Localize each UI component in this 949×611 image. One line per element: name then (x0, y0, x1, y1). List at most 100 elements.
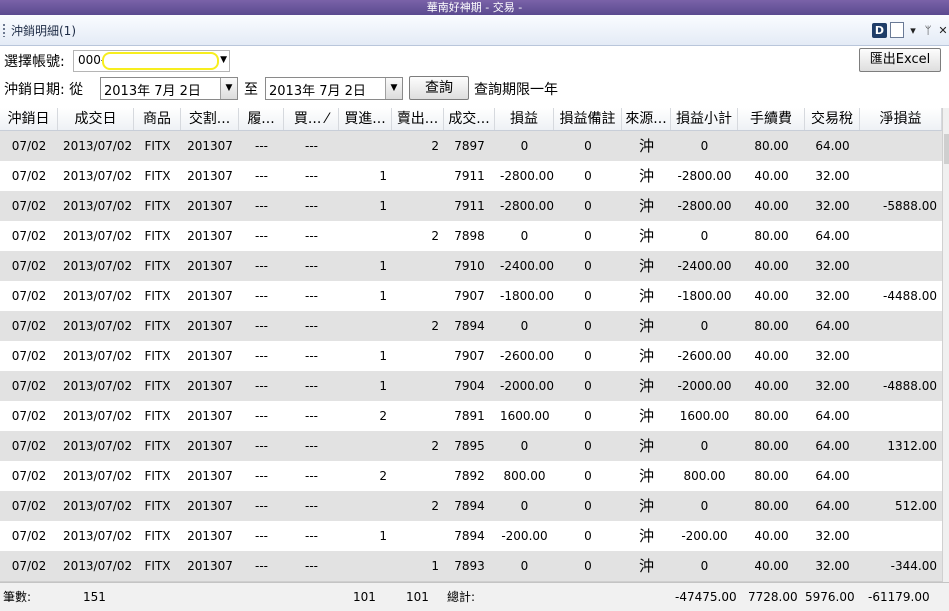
cell-trade-date: 2013/07/02 (63, 199, 133, 213)
column-header-fee[interactable]: 手續費 (738, 108, 805, 130)
cell-sell-qty (392, 341, 444, 371)
window-title: 華南好神期 - 交易 - (0, 0, 949, 15)
column-header-offset-date[interactable]: 沖銷日 (0, 108, 58, 130)
cell-buy-qty: 1 (379, 199, 387, 213)
doc-icon[interactable] (890, 22, 904, 38)
cell-net-pnl: 1312.00 (887, 439, 937, 453)
column-header-buy-sell[interactable]: 買... ⁄ (284, 108, 339, 130)
column-header-delivery-month[interactable]: 交割... (181, 108, 239, 130)
table-row[interactable]: 07/02 2013/07/02 FITX 201307 --- --- 1 7904 -200… (0, 371, 942, 402)
cell-buy-sell: --- (305, 289, 318, 303)
cell-buy-sell: --- (305, 409, 318, 423)
table-row[interactable]: 07/02 2013/07/02 FITX 201307 --- --- 2 7894 0 0 沖 0… (0, 311, 942, 342)
scrollbar-thumb[interactable] (944, 134, 949, 164)
cell-net-pnl (860, 251, 942, 281)
cell-product: FITX (144, 379, 171, 393)
table-row[interactable]: 07/02 2013/07/02 FITX 201307 --- --- 2 7898 0 0 沖 0… (0, 221, 942, 252)
cell-price: 7911 (454, 169, 485, 183)
table-row[interactable]: 07/02 2013/07/02 FITX 201307 --- --- 2 7894 0 0 沖 0… (0, 491, 942, 522)
table-row[interactable]: 07/02 2013/07/02 FITX 201307 --- --- 1 7907 -180… (0, 281, 942, 312)
cell-product: FITX (144, 169, 171, 183)
table-row[interactable]: 07/02 2013/07/02 FITX 201307 --- --- 2 7891 1600… (0, 401, 942, 432)
cell-source: 沖 (638, 467, 654, 485)
cell-pnl: -2800.00 (500, 169, 554, 183)
cell-buy-qty: 1 (379, 379, 387, 393)
cell-tax: 32.00 (815, 289, 850, 303)
cell-pnl-note: 0 (584, 559, 592, 573)
from-date-picker[interactable]: 2013年 7月 2日 ▼ (100, 77, 238, 100)
cell-fee: 80.00 (754, 499, 789, 513)
calendar-dropdown-icon[interactable]: ▼ (220, 78, 237, 99)
cell-source: 沖 (638, 557, 654, 575)
cell-product: FITX (144, 289, 171, 303)
column-header-product[interactable]: 商品 (134, 108, 181, 130)
cell-offset-date: 07/02 (11, 259, 47, 273)
cell-pnl: 0 (520, 319, 529, 333)
column-header-trade-date[interactable]: 成交日 (58, 108, 134, 130)
date-filter-label: 沖銷日期: 從 (4, 82, 84, 98)
cell-buy-qty (339, 551, 392, 581)
query-button[interactable]: 查詢 (409, 76, 469, 100)
cell-trade-date: 2013/07/02 (63, 439, 133, 453)
vertical-scrollbar[interactable] (942, 108, 949, 582)
table-row[interactable]: 07/02 2013/07/02 FITX 201307 --- --- 1 7907 -260… (0, 341, 942, 372)
cell-offset-date: 07/02 (11, 409, 47, 423)
cell-net-pnl (860, 131, 942, 161)
cell-sell-qty (392, 521, 444, 551)
table-header: 沖銷日 成交日 商品 交割... 履... 買... ⁄ 買進... 賣出... 成交... 損益… (0, 108, 942, 131)
table-row[interactable]: 07/02 2013/07/02 FITX 201307 --- --- 1 7910 -240… (0, 251, 942, 282)
calendar-dropdown-icon[interactable]: ▼ (385, 78, 402, 99)
cell-delivery-month: 201307 (187, 439, 233, 453)
close-icon[interactable]: ✕ (937, 24, 949, 37)
table-row[interactable]: 07/02 2013/07/02 FITX 201307 --- --- 2 7897 0 0 沖 0… (0, 131, 942, 162)
cell-offset-date: 07/02 (11, 469, 47, 483)
cell-offset-date: 07/02 (11, 169, 47, 183)
column-header-buy-qty[interactable]: 買進... (339, 108, 392, 130)
column-header-pnl-note[interactable]: 損益備註 (554, 108, 622, 130)
cell-buy-sell: --- (305, 259, 318, 273)
column-header-pnl-subtotal[interactable]: 損益小計 (671, 108, 738, 130)
table-row[interactable]: 07/02 2013/07/02 FITX 201307 --- --- 2 7895 0 0 沖 0… (0, 431, 942, 462)
column-header-price[interactable]: 成交... (444, 108, 495, 130)
column-header-sell-qty[interactable]: 賣出... (392, 108, 444, 130)
export-excel-button[interactable]: 匯出Excel (859, 48, 941, 72)
dropdown-icon[interactable]: ▾ (907, 24, 919, 37)
table-row[interactable]: 07/02 2013/07/02 FITX 201307 --- --- 1 7911 -280… (0, 191, 942, 222)
cell-price: 7891 (454, 409, 485, 423)
cell-fee: 40.00 (754, 349, 789, 363)
table-row[interactable]: 07/02 2013/07/02 FITX 201307 --- --- 1 7894 -200… (0, 521, 942, 552)
cell-net-pnl (860, 161, 942, 191)
column-header-tax[interactable]: 交易稅 (805, 108, 860, 130)
cell-pnl-note: 0 (584, 319, 592, 333)
column-header-pnl[interactable]: 損益 (495, 108, 554, 130)
table-row[interactable]: 07/02 2013/07/02 FITX 201307 --- --- 2 7892 800.… (0, 461, 942, 492)
cell-tax: 32.00 (815, 199, 850, 213)
cell-status: --- (255, 409, 268, 423)
table-row[interactable]: 07/02 2013/07/02 FITX 201307 --- --- 1 7911 -280… (0, 161, 942, 192)
cell-source: 沖 (638, 407, 654, 425)
pin-icon[interactable]: ᛘ (922, 24, 934, 37)
fee-total: 7728.00 (748, 590, 798, 604)
cell-buy-qty (339, 431, 392, 461)
cell-source: 沖 (638, 167, 654, 185)
cell-pnl-note: 0 (584, 529, 592, 543)
account-select[interactable]: 000- ▼ (73, 50, 230, 72)
to-date-picker[interactable]: 2013年 7月 2日 ▼ (265, 77, 403, 100)
cell-product: FITX (144, 439, 171, 453)
d-icon[interactable]: D (872, 22, 887, 38)
count-label: 筆數: (3, 590, 32, 604)
account-redaction (102, 52, 219, 70)
cell-pnl: 0 (520, 499, 529, 513)
cell-pnl-note: 0 (584, 379, 592, 393)
column-header-source[interactable]: 來源... (622, 108, 671, 130)
table-row[interactable]: 07/02 2013/07/02 FITX 201307 --- --- 1 7893 0 0 沖 0… (0, 551, 942, 582)
column-header-net-pnl[interactable]: 淨損益 (860, 108, 942, 130)
cell-pnl-subtotal: -2400.00 (677, 259, 732, 273)
cell-pnl: 0 (520, 139, 529, 153)
cell-sell-qty: 1 (431, 559, 439, 573)
cell-delivery-month: 201307 (187, 349, 233, 363)
cell-pnl-subtotal: 800.00 (683, 469, 726, 483)
column-header-status[interactable]: 履... (239, 108, 284, 130)
panel-grip[interactable] (3, 24, 5, 37)
cell-net-pnl: 512.00 (895, 499, 937, 513)
